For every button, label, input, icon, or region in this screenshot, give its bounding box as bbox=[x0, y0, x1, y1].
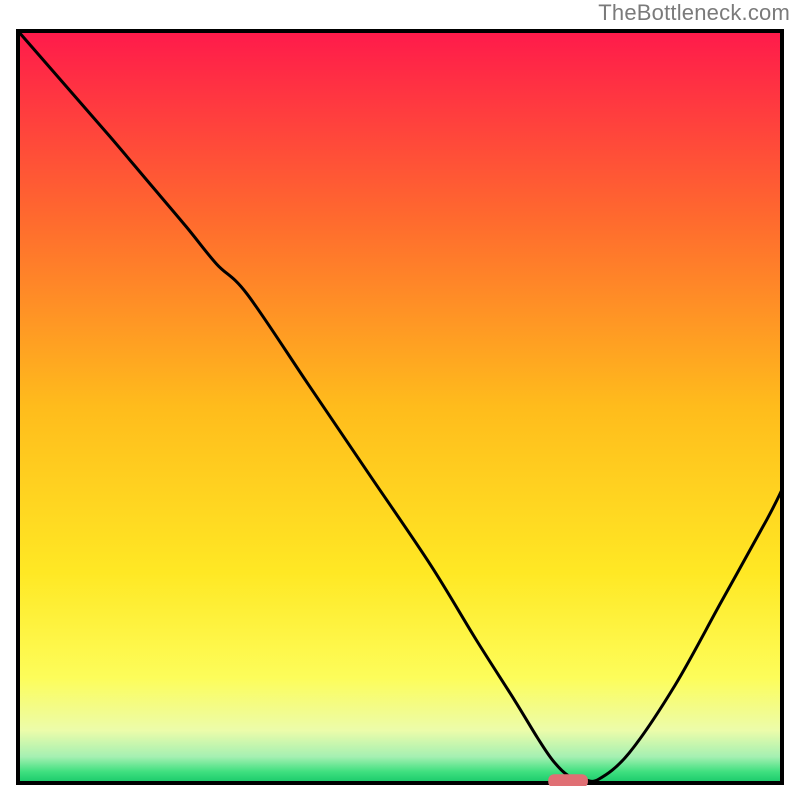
optimal-point-marker bbox=[548, 774, 588, 786]
plot-area bbox=[15, 28, 785, 786]
watermark-text: TheBottleneck.com bbox=[598, 0, 790, 26]
plot-svg bbox=[15, 28, 785, 786]
chart-container: TheBottleneck.com bbox=[0, 0, 800, 800]
gradient-background bbox=[18, 31, 782, 783]
